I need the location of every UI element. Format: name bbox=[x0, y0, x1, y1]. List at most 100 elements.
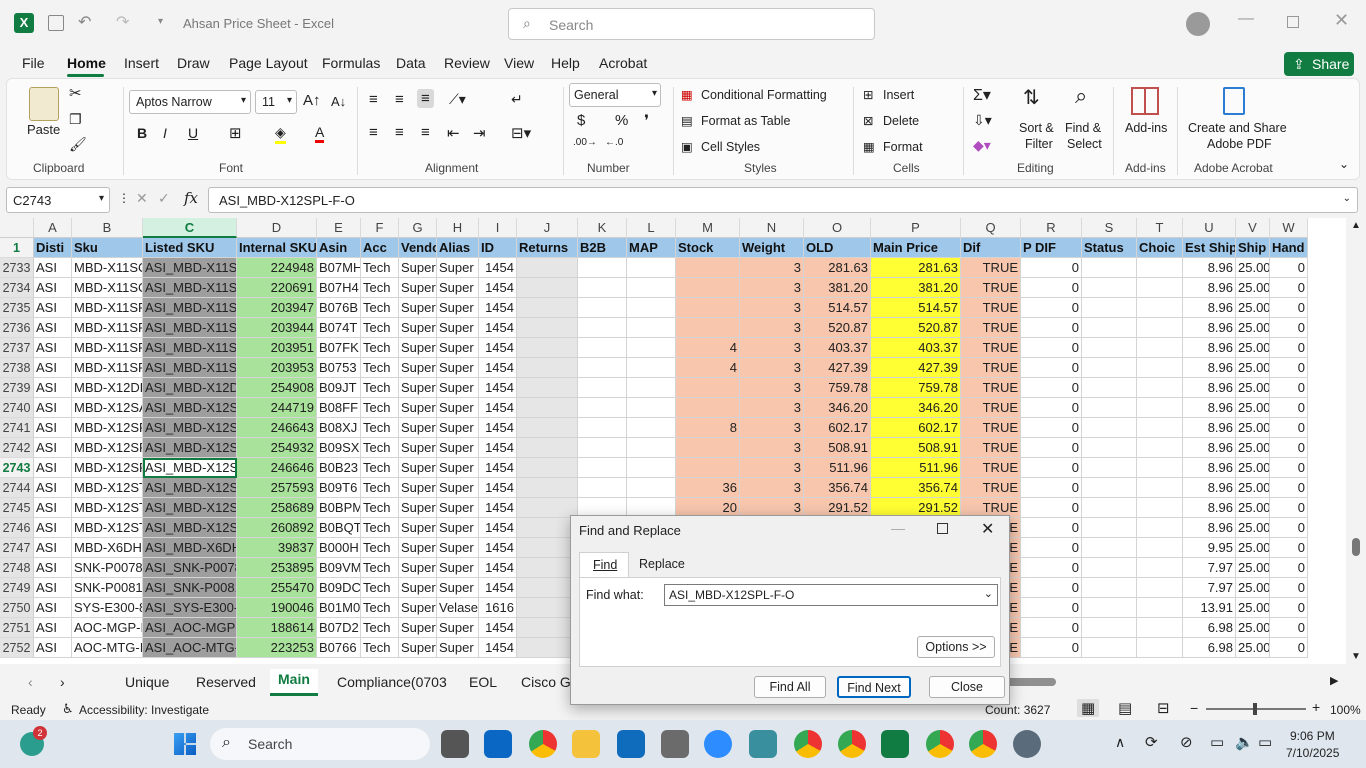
cell[interactable]: Super bbox=[399, 418, 437, 438]
cell[interactable] bbox=[676, 458, 740, 478]
italic-button[interactable]: I bbox=[163, 125, 167, 141]
cell[interactable]: Tech bbox=[361, 538, 399, 558]
cell[interactable]: ASI bbox=[34, 278, 72, 298]
cell[interactable]: 0 bbox=[1021, 298, 1082, 318]
cell[interactable]: 1454 bbox=[479, 478, 517, 498]
cell[interactable]: Tech bbox=[361, 438, 399, 458]
header-cell[interactable]: ID bbox=[479, 238, 517, 258]
cell[interactable]: 427.39 bbox=[871, 358, 961, 378]
cell[interactable]: B074T bbox=[317, 318, 361, 338]
row-header[interactable]: 2744 bbox=[0, 478, 34, 498]
cell[interactable]: ASI bbox=[34, 398, 72, 418]
cell[interactable]: ASI bbox=[34, 498, 72, 518]
cell[interactable]: 25.00 bbox=[1236, 498, 1270, 518]
cell[interactable]: Super bbox=[437, 618, 479, 638]
tab-formulas[interactable]: Formulas bbox=[322, 55, 380, 71]
cell[interactable] bbox=[676, 298, 740, 318]
header-cell[interactable]: Status bbox=[1082, 238, 1137, 258]
column-header[interactable]: M bbox=[676, 218, 740, 238]
cell[interactable] bbox=[1137, 518, 1183, 538]
cell[interactable]: 8.96 bbox=[1183, 438, 1236, 458]
cell[interactable]: ASI_MBD-X12S bbox=[143, 478, 237, 498]
cell[interactable]: Tech bbox=[361, 598, 399, 618]
column-header[interactable]: N bbox=[740, 218, 804, 238]
cell[interactable]: ASI bbox=[34, 418, 72, 438]
cell[interactable]: 0 bbox=[1270, 418, 1308, 438]
cell[interactable]: 25.00 bbox=[1236, 358, 1270, 378]
cell[interactable]: TRUE bbox=[961, 438, 1021, 458]
decrease-font-icon[interactable]: A↓ bbox=[331, 94, 346, 109]
cell[interactable]: 8.96 bbox=[1183, 358, 1236, 378]
column-header[interactable]: L bbox=[627, 218, 676, 238]
tab-help[interactable]: Help bbox=[551, 55, 580, 71]
header-cell[interactable]: Hand bbox=[1270, 238, 1308, 258]
network-icon[interactable]: ⊘ bbox=[1180, 733, 1193, 751]
clock-date[interactable]: 7/10/2025 bbox=[1286, 746, 1339, 760]
percent-button[interactable]: % bbox=[615, 112, 628, 129]
cell[interactable]: 0 bbox=[1021, 418, 1082, 438]
header-cell[interactable]: P DIF bbox=[1021, 238, 1082, 258]
cell[interactable]: 0 bbox=[1021, 598, 1082, 618]
cell[interactable]: 0 bbox=[1021, 258, 1082, 278]
cell[interactable]: 25.00 bbox=[1236, 538, 1270, 558]
row-header[interactable]: 2749 bbox=[0, 578, 34, 598]
row-header[interactable]: 2750 bbox=[0, 598, 34, 618]
cell[interactable]: ASI_SNK-P0078 bbox=[143, 558, 237, 578]
cell[interactable]: TRUE bbox=[961, 298, 1021, 318]
wrap-text-icon[interactable]: ↵ bbox=[511, 91, 523, 108]
cell[interactable]: B09JT bbox=[317, 378, 361, 398]
cell[interactable]: 0 bbox=[1270, 318, 1308, 338]
cell[interactable]: 224948 bbox=[237, 258, 317, 278]
cell[interactable]: MBD-X12SPL-F- bbox=[72, 458, 143, 478]
cell[interactable]: 39837 bbox=[237, 538, 317, 558]
find-all-button[interactable]: Find All bbox=[754, 676, 826, 698]
column-header[interactable]: D bbox=[237, 218, 317, 238]
cell[interactable]: ASI_MBD-X11S bbox=[143, 278, 237, 298]
column-header[interactable]: G bbox=[399, 218, 437, 238]
cell[interactable] bbox=[627, 358, 676, 378]
cell[interactable]: Tech bbox=[361, 298, 399, 318]
cell[interactable]: Super bbox=[437, 278, 479, 298]
collapse-ribbon-icon[interactable]: ⌄ bbox=[1339, 157, 1349, 171]
cell[interactable]: Super bbox=[399, 438, 437, 458]
create-share-pdf-label-1[interactable]: Create and Share bbox=[1188, 121, 1287, 135]
cell[interactable]: 381.20 bbox=[804, 278, 871, 298]
cell[interactable]: 246643 bbox=[237, 418, 317, 438]
cell[interactable]: 3 bbox=[740, 258, 804, 278]
cell[interactable]: 3 bbox=[740, 418, 804, 438]
header-cell[interactable]: Alias bbox=[437, 238, 479, 258]
cell[interactable]: 0 bbox=[1270, 358, 1308, 378]
cell[interactable] bbox=[1082, 338, 1137, 358]
cell[interactable] bbox=[1137, 378, 1183, 398]
currency-button[interactable]: $ bbox=[577, 112, 585, 129]
cell[interactable]: 3 bbox=[740, 478, 804, 498]
excel-taskbar-icon[interactable] bbox=[881, 730, 909, 758]
cell[interactable] bbox=[517, 638, 578, 658]
cell[interactable] bbox=[517, 358, 578, 378]
volume-icon[interactable]: 🔈 bbox=[1235, 733, 1254, 751]
calculator-icon[interactable] bbox=[661, 730, 689, 758]
cell[interactable]: 25.00 bbox=[1236, 258, 1270, 278]
header-cell[interactable]: Weight bbox=[740, 238, 804, 258]
cell[interactable]: 246646 bbox=[237, 458, 317, 478]
cell[interactable]: 8.96 bbox=[1183, 518, 1236, 538]
cell[interactable]: ASI_MBD-X12S bbox=[143, 498, 237, 518]
find-select-label-1[interactable]: Find & bbox=[1065, 121, 1101, 135]
format-as-table-button[interactable]: Format as Table bbox=[701, 114, 790, 128]
cell[interactable]: 1454 bbox=[479, 418, 517, 438]
cell[interactable]: Super bbox=[399, 558, 437, 578]
cell[interactable] bbox=[1082, 258, 1137, 278]
conditional-formatting-button[interactable]: Conditional Formatting bbox=[701, 88, 827, 102]
cell[interactable] bbox=[627, 438, 676, 458]
cell[interactable]: 25.00 bbox=[1236, 378, 1270, 398]
cell[interactable]: B08FF bbox=[317, 398, 361, 418]
cell[interactable]: 0 bbox=[1270, 458, 1308, 478]
cell[interactable] bbox=[578, 318, 627, 338]
clear-icon[interactable]: ◆▾ bbox=[973, 137, 991, 154]
cell[interactable]: Super bbox=[399, 278, 437, 298]
underline-button[interactable]: U bbox=[188, 125, 198, 141]
cell[interactable] bbox=[517, 598, 578, 618]
cell[interactable]: 0 bbox=[1270, 478, 1308, 498]
cell[interactable] bbox=[1082, 538, 1137, 558]
cell[interactable]: 25.00 bbox=[1236, 638, 1270, 658]
